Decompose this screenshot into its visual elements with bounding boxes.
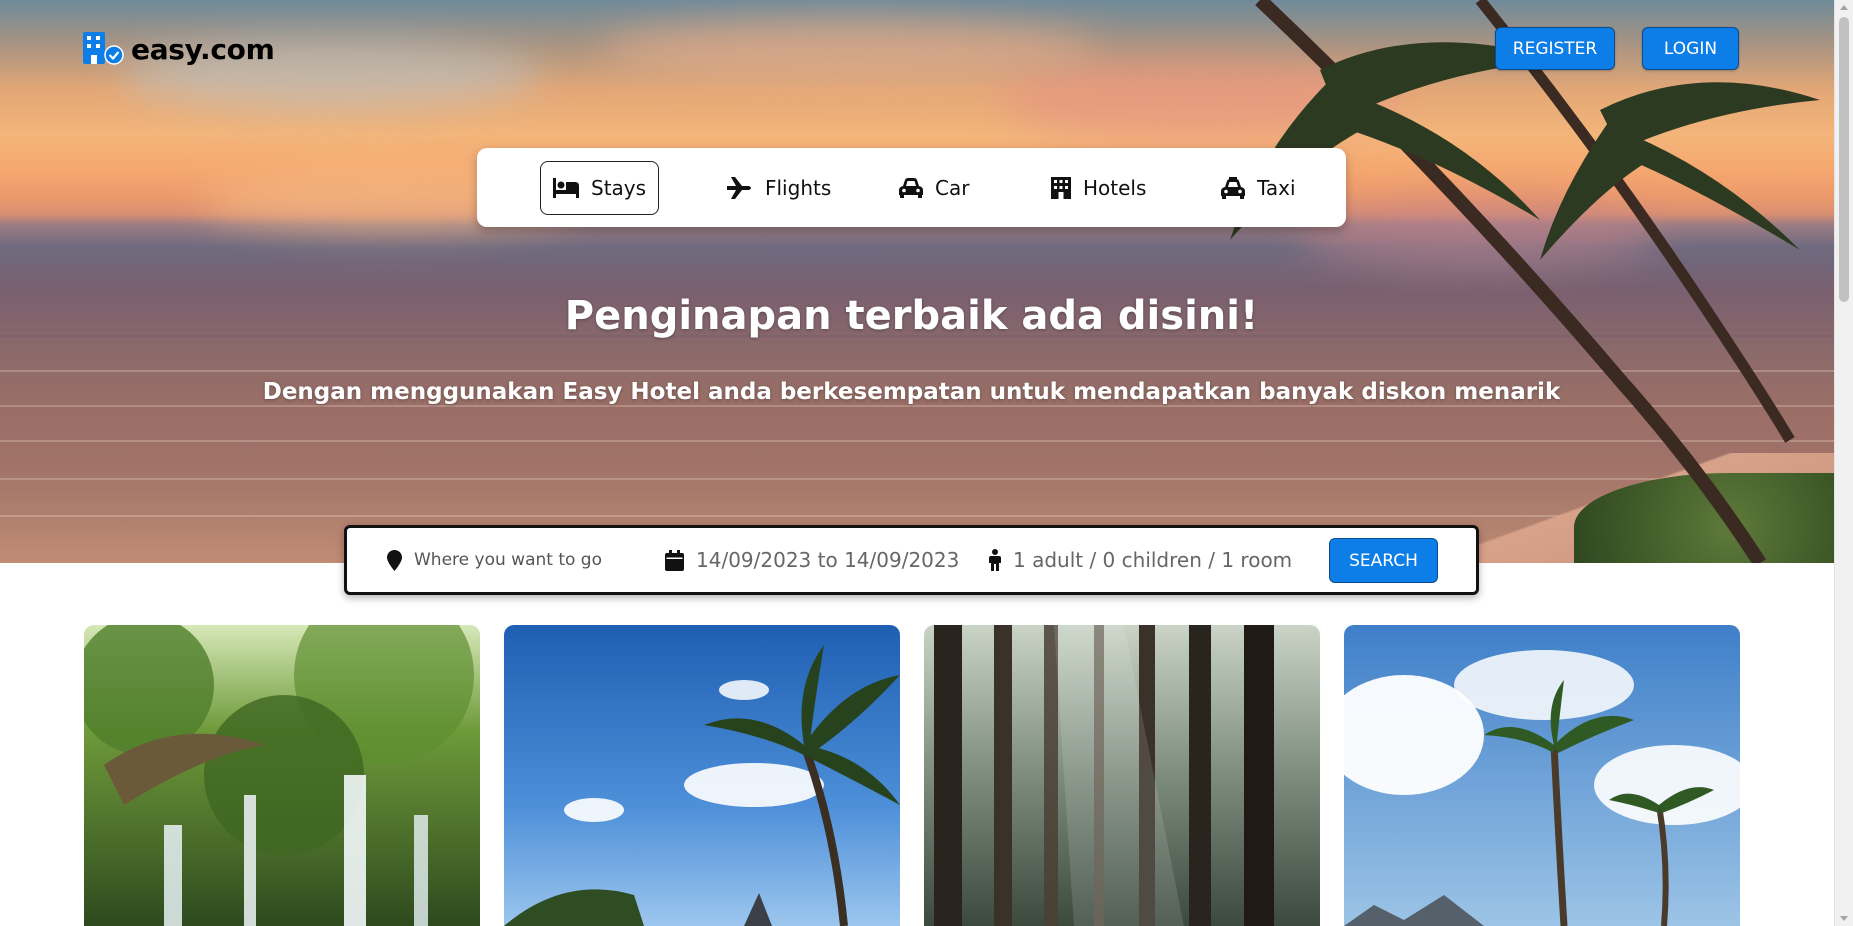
tropical-beach-image: [504, 625, 900, 926]
tab-taxi[interactable]: Taxi: [1209, 161, 1308, 215]
destination-input[interactable]: [414, 550, 619, 570]
bed-icon: [553, 178, 579, 198]
date-range-field[interactable]: 14/09/2023 to 14/09/2023: [665, 528, 965, 592]
register-button[interactable]: REGISTER: [1495, 27, 1615, 70]
destination-card-forest[interactable]: [924, 625, 1320, 926]
destination-card-waterfall[interactable]: [84, 625, 480, 926]
tab-stays-label: Stays: [591, 176, 647, 200]
tab-car-label: Car: [935, 176, 970, 200]
tab-stays[interactable]: Stays: [540, 161, 660, 215]
destination-field[interactable]: [387, 528, 627, 592]
scroll-up-arrow-icon[interactable]: [1840, 5, 1848, 10]
tab-taxi-label: Taxi: [1257, 176, 1296, 200]
car-icon: [899, 178, 923, 198]
building-icon: [1051, 177, 1071, 199]
palm-sky-image: [1344, 625, 1740, 926]
scroll-thumb[interactable]: [1839, 17, 1849, 302]
scroll-down-arrow-icon[interactable]: [1840, 916, 1848, 921]
waterfall-image: [84, 625, 480, 926]
search-bar: 14/09/2023 to 14/09/2023 1 adult / 0 chi…: [344, 525, 1479, 595]
page-scrollbar[interactable]: [1834, 0, 1853, 926]
login-button[interactable]: LOGIN: [1642, 27, 1739, 70]
hotel-check-icon: [83, 32, 124, 65]
destination-card-palms[interactable]: [1344, 625, 1740, 926]
hero-title: Penginapan terbaik ada disini!: [564, 293, 1259, 339]
tab-flights[interactable]: Flights: [715, 161, 843, 215]
category-tabs: Stays Flights Car Hotels Taxi: [477, 148, 1346, 227]
taxi-icon: [1221, 177, 1245, 199]
tab-flights-label: Flights: [765, 176, 832, 200]
palm-trees-illustration: [1230, 0, 1820, 563]
hero-banner: [0, 0, 1834, 563]
tab-car[interactable]: Car: [887, 161, 981, 215]
guests-field[interactable]: 1 adult / 0 children / 1 room: [989, 528, 1309, 592]
brand-name: easy.com: [131, 32, 275, 66]
guests-value: 1 adult / 0 children / 1 room: [1013, 548, 1293, 572]
tab-hotels[interactable]: Hotels: [1039, 161, 1158, 215]
destination-card-beach[interactable]: [504, 625, 900, 926]
date-range-value: 14/09/2023 to 14/09/2023: [696, 548, 960, 572]
calendar-icon: [665, 549, 684, 571]
forest-image: [924, 625, 1320, 926]
tab-hotels-label: Hotels: [1083, 176, 1147, 200]
person-icon: [989, 549, 1001, 571]
map-pin-icon: [387, 549, 402, 571]
search-button[interactable]: SEARCH: [1329, 538, 1438, 583]
plane-icon: [727, 177, 751, 199]
hero-subtitle: Dengan menggunakan Easy Hotel anda berke…: [262, 379, 1561, 405]
brand-logo[interactable]: easy.com: [83, 32, 275, 66]
